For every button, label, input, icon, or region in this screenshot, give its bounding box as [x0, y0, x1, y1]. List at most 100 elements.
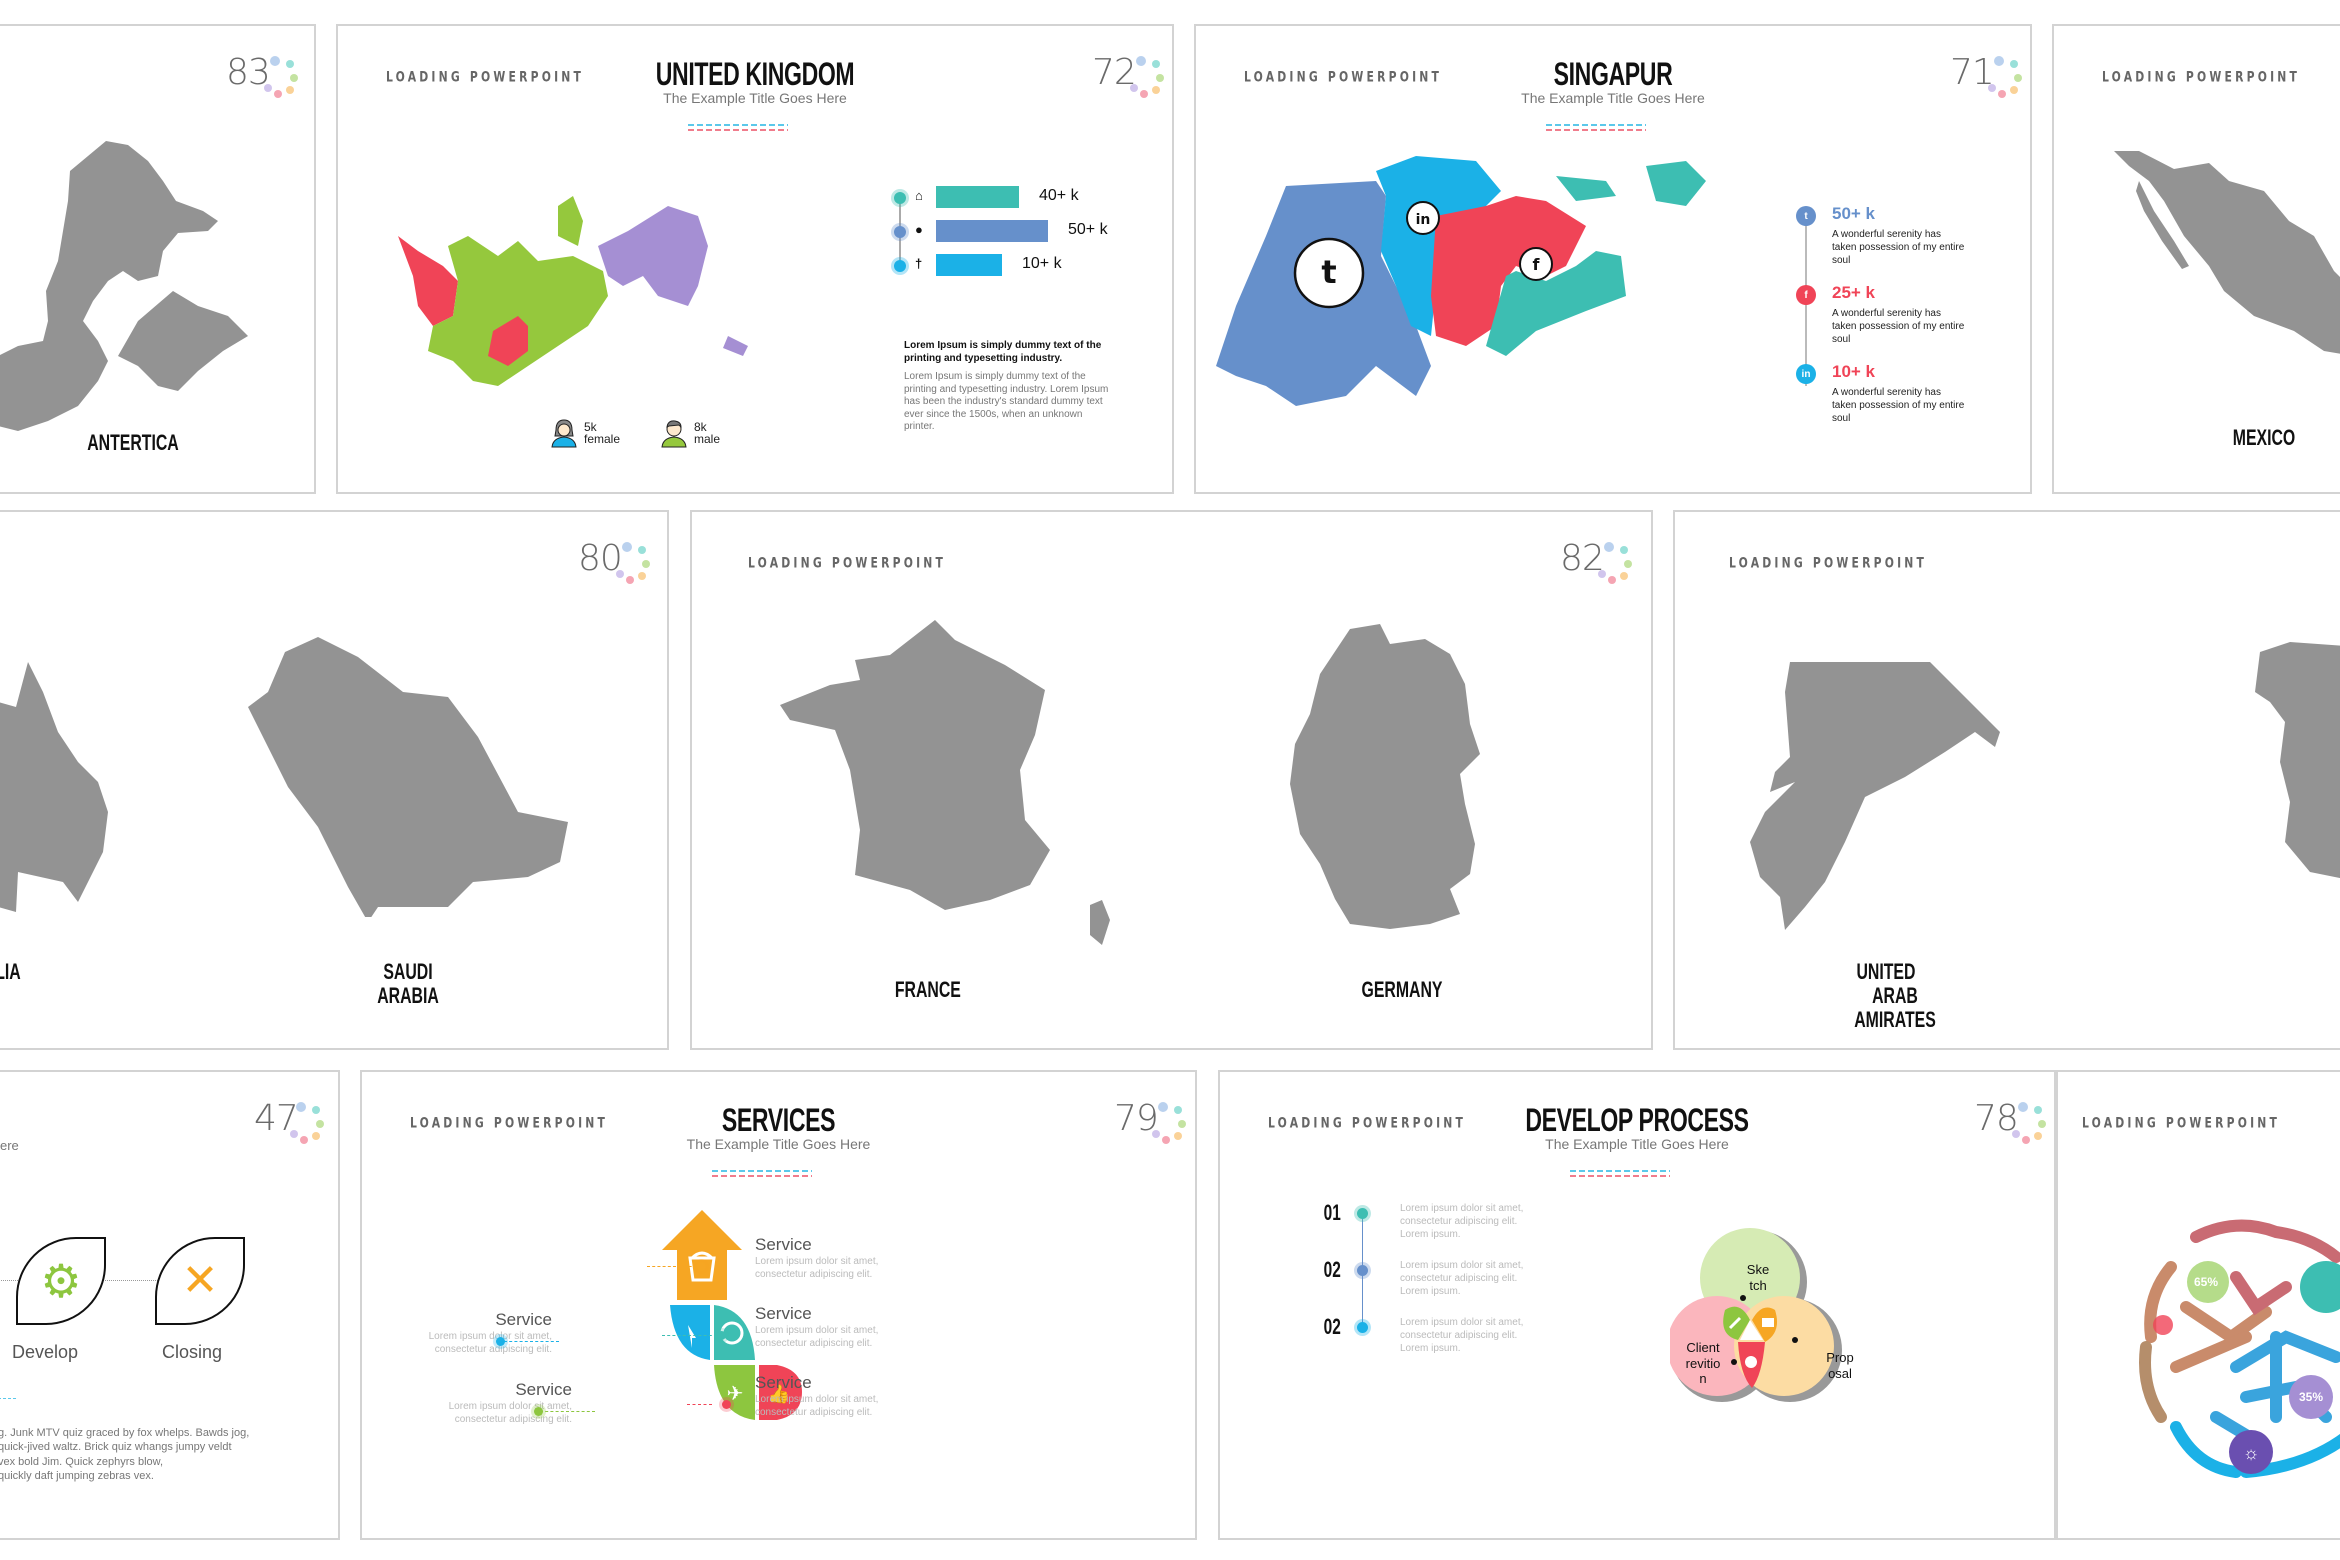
country-label: ANTERTICA — [87, 430, 179, 455]
country-label: SAUDI ARABIA — [377, 959, 439, 1009]
social-value: 50+ k — [1832, 204, 1876, 223]
venn-diagram — [1670, 1228, 1842, 1402]
venn-text: Ske — [1746, 1262, 1770, 1277]
slide-singapur[interactable]: LOADING POWERPOINT 71 SINGAPUR The Examp… — [1194, 24, 2032, 494]
venn-label-client: Client revitio n — [1678, 1340, 1728, 1387]
service-item: Service Lorem ipsum dolor sit amet, cons… — [755, 1373, 915, 1419]
step-number: 02 — [1323, 1257, 1341, 1282]
step-text-line: Lorem ipsum. — [1400, 1343, 1461, 1354]
step-label: Closing — [162, 1342, 223, 1362]
service-item: Service Lorem ipsum dolor sit amet, cons… — [392, 1310, 552, 1356]
step-text-line: consectetur adipiscing elit. — [1400, 1216, 1518, 1227]
stat-row: ● 50+ k — [893, 220, 1153, 242]
slide-subtitle: The Example Title Goes Here — [686, 1136, 871, 1152]
service-text: consectetur adipiscing elit. — [454, 1414, 572, 1425]
pin-icon: † — [915, 256, 923, 271]
service-label: Service — [495, 1310, 552, 1329]
step-text-line: Lorem ipsum. — [1400, 1286, 1461, 1297]
dashed-divider — [1546, 124, 1646, 132]
venn-text: osal — [1828, 1365, 1852, 1381]
male-avatar-icon — [661, 420, 687, 448]
facebook-icon: f — [1533, 255, 1541, 274]
step-text: Lorem ipsum dolor sit amet, consectetur a… — [1400, 1316, 1560, 1355]
linkedin-icon: in — [1796, 364, 1816, 384]
social-list: t 50+ k A wonderful serenity has taken p… — [1794, 204, 1994, 464]
user-icon: ● — [915, 222, 923, 237]
venn-text: revitio — [1685, 1355, 1721, 1371]
slide-uae[interactable]: LOADING POWERPOINT UNITED ARAB AMIRATES — [1673, 510, 2340, 1050]
facebook-icon: f — [1796, 285, 1816, 305]
paragraph: g. Junk MTV quiz graced by fox whelps. B… — [0, 1426, 258, 1483]
dashed-divider — [712, 1170, 812, 1178]
stat-value: 50+ k — [1068, 221, 1108, 238]
stat-bar — [936, 186, 1019, 208]
slide-subtitle: The Example Title Goes Here — [1545, 1136, 1729, 1152]
step-dot — [1357, 1265, 1368, 1276]
step-text-line: Lorem ipsum dolor sit amet, — [1400, 1203, 1524, 1214]
slide-process-47[interactable]: 47 ere ⚙ ✕ Develop Closing g. Junk MTV q… — [0, 1070, 340, 1540]
social-text: A wonderful serenity has taken possessio… — [1832, 387, 1965, 424]
service-text: consectetur adipiscing elit. — [434, 1344, 552, 1355]
slide-brain[interactable]: LOADING POWERPOINT ☼ 65% 35% — [2056, 1070, 2340, 1540]
slide-united-kingdom[interactable]: LOADING POWERPOINT 72 UNITED KINGDOM The… — [336, 24, 1174, 494]
service-label: Service — [755, 1304, 812, 1323]
service-item: Service Lorem ipsum dolor sit amet, cons… — [755, 1235, 915, 1281]
slide-title: SINGAPUR — [1553, 56, 1673, 92]
venn-label-proposal: Prop osal — [1820, 1350, 1860, 1381]
map-uae — [1750, 662, 2000, 930]
slide-develop-process[interactable]: LOADING POWERPOINT 78 DEVELOP PROCESS Th… — [1218, 1070, 2056, 1540]
brain-diagram: ☼ — [2139, 1219, 2340, 1478]
eye-icon — [1745, 1356, 1757, 1368]
brand-label: LOADING POWERPOINT — [2102, 68, 2301, 86]
service-text: Lorem ipsum dolor sit amet, — [755, 1394, 879, 1405]
connector-line — [504, 1341, 559, 1342]
step-number: 01 — [1323, 1200, 1341, 1225]
stat-bar — [936, 254, 1002, 276]
social-value: 10+ k — [1832, 362, 1876, 381]
map-spain-partial — [2255, 642, 2340, 878]
female-label: female — [584, 432, 621, 446]
step-develop[interactable]: ⚙ — [16, 1237, 106, 1325]
country-label: FRANCE — [894, 977, 961, 1002]
venn-text: Client — [1686, 1340, 1720, 1355]
slide-title: SERVICES — [721, 1102, 836, 1138]
service-text: consectetur adipiscing elit. — [755, 1269, 873, 1280]
connector-dot — [496, 1337, 505, 1346]
gear-icon: ⚙ — [40, 1255, 82, 1307]
service-text: consectetur adipiscing elit. — [755, 1338, 873, 1349]
map-france — [780, 620, 1110, 945]
connector-line — [540, 1411, 595, 1412]
service-item: Service Lorem ipsum dolor sit amet, cons… — [412, 1380, 572, 1426]
dots-decoration — [612, 542, 652, 584]
slide-mexico[interactable]: LOADING POWERPOINT MEXICO — [2052, 24, 2340, 494]
stats-bars: ⌂ 40+ k ● 50+ k † 10+ k — [893, 186, 1153, 296]
stat-row: † 10+ k — [893, 254, 1153, 276]
twitter-icon: t — [1321, 253, 1336, 291]
dots-decoration — [286, 1102, 326, 1144]
subtitle-fragment: ere — [0, 1138, 19, 1153]
connector-dot — [722, 1400, 731, 1409]
step-text-line: consectetur adipiscing elit. — [1400, 1273, 1518, 1284]
arrow-shape — [662, 1210, 742, 1300]
slide-antertica[interactable]: 83 ANTERTICA — [0, 24, 316, 494]
step-text-line: Lorem ipsum dolor sit amet, — [1400, 1260, 1524, 1271]
connector-line — [662, 1335, 717, 1336]
home-icon: ⌂ — [915, 188, 923, 203]
uk-lead-text: Lorem Ipsum is simply dummy text of the … — [904, 340, 1102, 364]
service-text: Lorem ipsum dolor sit amet, — [755, 1325, 879, 1336]
step-closing[interactable]: ✕ — [155, 1237, 245, 1325]
dash-fragment — [0, 1398, 16, 1399]
brain-badge: 35% — [2299, 1390, 2324, 1404]
map-saudi-arabia — [248, 637, 568, 917]
slide-france-germany[interactable]: LOADING POWERPOINT 82 FRANCE GERMANY — [690, 510, 1653, 1050]
brand-label: LOADING POWERPOINT — [748, 554, 947, 572]
step-text: Lorem ipsum dolor sit amet, consectetur a… — [1400, 1202, 1560, 1241]
briefcase-icon — [1762, 1318, 1774, 1327]
step-text-line: Lorem ipsum. — [1400, 1229, 1461, 1240]
slide-australia-saudi[interactable]: 80 LIA SAUDI ARABIA — [0, 510, 669, 1050]
social-value: 25+ k — [1832, 283, 1876, 302]
step-text-line: consectetur adipiscing elit. — [1400, 1330, 1518, 1341]
slide-services[interactable]: LOADING POWERPOINT 79 SERVICES The Examp… — [360, 1070, 1197, 1540]
service-item: Service Lorem ipsum dolor sit amet, cons… — [755, 1304, 915, 1350]
timeline-dot — [894, 226, 906, 238]
